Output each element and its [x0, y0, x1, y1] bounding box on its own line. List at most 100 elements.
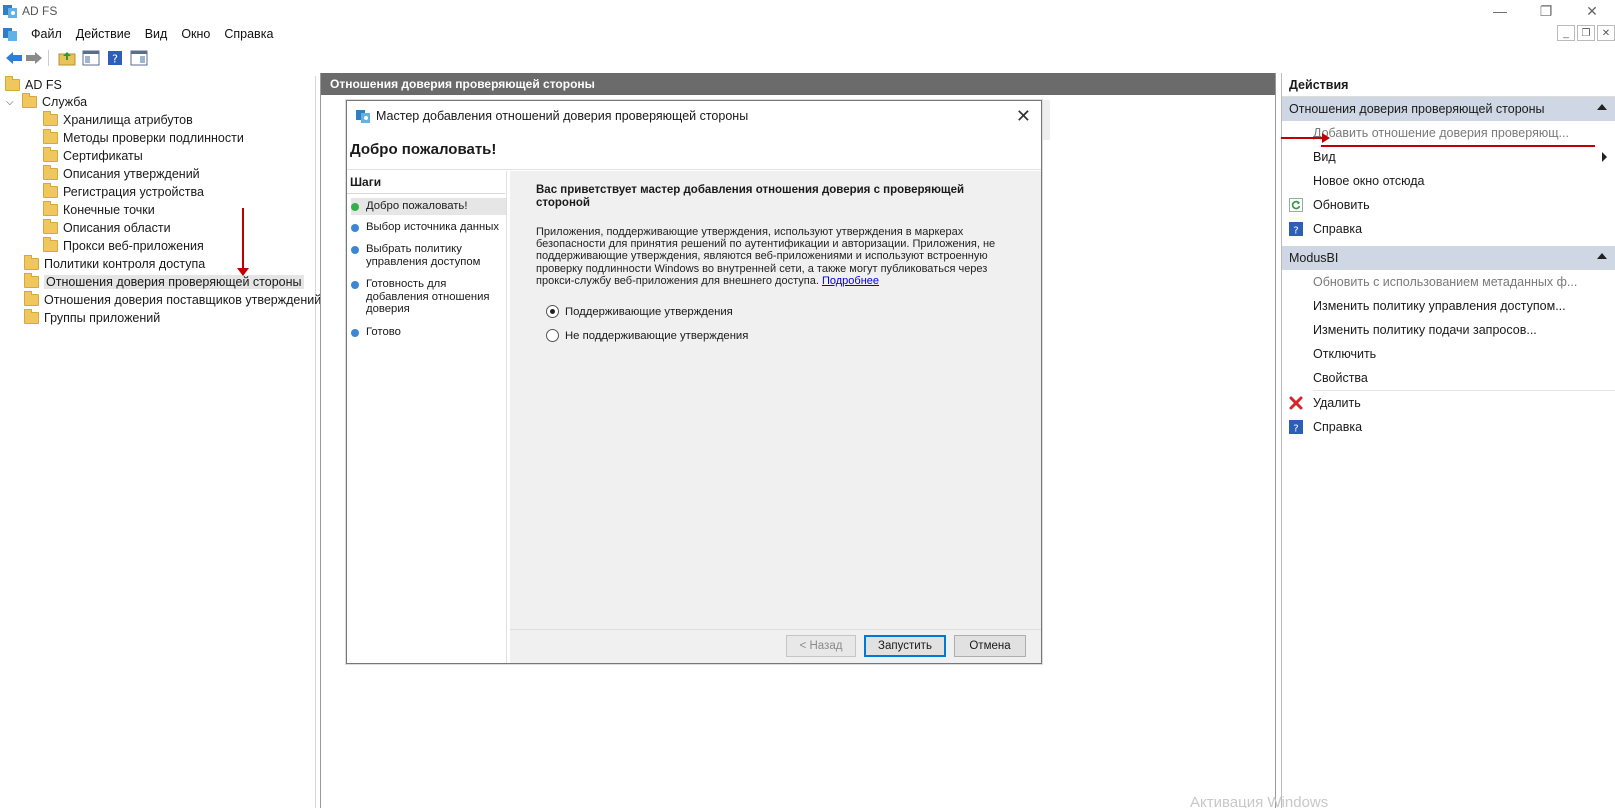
tree-item-access-control-policies[interactable]: Политики контроля доступа [24, 255, 205, 273]
up-folder-icon[interactable] [57, 49, 77, 67]
action-label: Обновить с использованием метаданных ф..… [1313, 275, 1578, 289]
toolbar: ? [0, 46, 1615, 70]
tree-item-relying-party-trusts[interactable]: Отношения доверия проверяющей стороны [24, 273, 304, 291]
folder-icon [22, 93, 37, 108]
close-button[interactable]: ✕ [1569, 0, 1615, 22]
inner-restore-button[interactable]: ❐ [1577, 25, 1595, 41]
action-properties[interactable]: Свойства [1282, 366, 1615, 390]
tree-item-auth-methods[interactable]: Методы проверки подлинности [43, 129, 244, 147]
menu-action[interactable]: Действие [69, 27, 138, 41]
annotation-arrowhead-right [1322, 133, 1330, 143]
step-label: Добро пожаловать! [366, 200, 468, 212]
refresh-icon [1289, 198, 1303, 212]
wizard-title-bar: Мастер добавления отношений доверия пров… [347, 101, 1041, 131]
folder-icon [43, 201, 58, 216]
tree-item-application-groups[interactable]: Группы приложений [24, 309, 160, 327]
annotation-arrow-down [242, 208, 244, 273]
svg-text:?: ? [1293, 226, 1298, 237]
tree-item-service[interactable]: ⌵ Служба [6, 93, 87, 111]
folder-icon [24, 273, 39, 288]
action-edit-claim-issuance-policy[interactable]: Изменить политику подачи запросов... [1282, 318, 1615, 342]
action-edit-access-control-policy[interactable]: Изменить политику управления доступом... [1282, 294, 1615, 318]
radio-label: Не поддерживающие утверждения [565, 329, 749, 342]
description-text: Приложения, поддерживающие утверждения, … [536, 226, 996, 287]
tree-item-device-registration[interactable]: Регистрация устройства [43, 183, 204, 201]
show-hide-tree-icon[interactable] [81, 49, 101, 67]
menu-window[interactable]: Окно [174, 27, 217, 41]
action-view[interactable]: Вид [1282, 145, 1615, 169]
action-delete[interactable]: Удалить [1282, 391, 1615, 415]
back-button[interactable]: < Назад [786, 635, 856, 657]
radio-button[interactable] [546, 329, 559, 342]
learn-more-link[interactable]: Подробнее [822, 275, 879, 287]
chevron-down-icon[interactable]: ⌵ [6, 97, 18, 108]
steps-title: Шаги [350, 175, 382, 189]
actions-section-modusbi[interactable]: ModusBI [1282, 246, 1615, 270]
collapse-up-icon[interactable] [1597, 253, 1607, 259]
restore-button[interactable]: ❐ [1523, 0, 1569, 22]
step-select-data-source: Выбор источника данных [351, 221, 506, 234]
step-status-dot [351, 246, 359, 254]
wizard-icon [356, 110, 370, 123]
action-help[interactable]: ? Справка [1282, 217, 1615, 241]
tree-item-scope-descriptions[interactable]: Описания области [43, 219, 171, 237]
wizard-footer: < Назад Запустить Отмена [510, 629, 1041, 663]
tree-item-web-app-proxy[interactable]: Прокси веб-приложения [43, 237, 204, 255]
action-label: Свойства [1313, 371, 1368, 385]
actions-section-relying-party[interactable]: Отношения доверия проверяющей стороны [1282, 97, 1615, 121]
tree-item-attribute-stores[interactable]: Хранилища атрибутов [43, 111, 193, 129]
menu-file[interactable]: Файл [24, 27, 69, 41]
tree-item-claims-provider-trusts[interactable]: Отношения доверия поставщиков утверждени… [24, 291, 321, 309]
collapse-up-icon[interactable] [1597, 104, 1607, 110]
folder-icon [43, 219, 58, 234]
folder-icon [43, 165, 58, 180]
folder-icon [43, 147, 58, 162]
step-status-dot [351, 224, 359, 232]
back-arrow-icon[interactable] [4, 49, 24, 67]
steps-divider [347, 193, 505, 194]
window-title: AD FS [22, 4, 58, 18]
step-label: Готовность для добавления отношения дове… [366, 278, 490, 315]
help-icon[interactable]: ? [105, 49, 125, 67]
annotation-underline [1321, 145, 1595, 147]
window-controls: — ❐ ✕ [1477, 0, 1615, 22]
wizard-title: Мастер добавления отношений доверия пров… [376, 109, 749, 123]
action-label: Справка [1313, 420, 1363, 434]
tree-item-endpoints[interactable]: Конечные точки [43, 201, 155, 219]
tree-item-claim-descriptions[interactable]: Описания утверждений [43, 165, 200, 183]
wizard-heading: Вас приветствует мастер добавления отнош… [536, 184, 965, 209]
action-label: Справка [1313, 222, 1363, 236]
radio-non-claims-aware[interactable]: Не поддерживающие утверждения [546, 329, 748, 342]
wizard-content: Вас приветствует мастер добавления отнош… [510, 171, 1041, 629]
start-button[interactable]: Запустить [864, 635, 946, 657]
folder-icon [43, 237, 58, 252]
radio-label: Поддерживающие утверждения [565, 305, 733, 318]
inner-close-button[interactable]: ✕ [1597, 25, 1615, 41]
action-refresh[interactable]: Обновить [1282, 193, 1615, 217]
action-label: Вид [1313, 150, 1336, 164]
action-disable[interactable]: Отключить [1282, 342, 1615, 366]
action-add-relying-party-trust[interactable]: Добавить отношение доверия проверяющ... [1282, 121, 1615, 145]
mmc-icon[interactable] [2, 26, 18, 42]
menu-help[interactable]: Справка [217, 27, 280, 41]
tree-root[interactable]: AD FS [5, 76, 62, 94]
radio-claims-aware[interactable]: Поддерживающие утверждения [546, 305, 733, 318]
wizard-close-icon[interactable]: ✕ [1016, 106, 1031, 127]
center-pane-header: Отношения доверия проверяющей стороны [321, 73, 1275, 95]
help-icon: ? [1289, 222, 1303, 236]
step-welcome: Добро пожаловать! [351, 198, 506, 215]
action-new-window[interactable]: Новое окно отсюда [1282, 169, 1615, 193]
minimize-button[interactable]: — [1477, 0, 1523, 22]
step-label: Выбор источника данных [366, 221, 500, 233]
menu-view[interactable]: Вид [138, 27, 175, 41]
tree-item-certificates[interactable]: Сертификаты [43, 147, 143, 165]
inner-window-controls: _ ❐ ✕ [1555, 25, 1615, 41]
folder-icon [24, 291, 39, 306]
cancel-button[interactable]: Отмена [954, 635, 1026, 657]
show-hide-action-pane-icon[interactable] [129, 49, 149, 67]
action-update-from-metadata[interactable]: Обновить с использованием метаданных ф..… [1282, 270, 1615, 294]
radio-button-checked[interactable] [546, 305, 559, 318]
inner-minimize-button[interactable]: _ [1557, 25, 1575, 41]
action-help-2[interactable]: ? Справка [1282, 415, 1615, 439]
forward-arrow-icon[interactable] [24, 49, 44, 67]
